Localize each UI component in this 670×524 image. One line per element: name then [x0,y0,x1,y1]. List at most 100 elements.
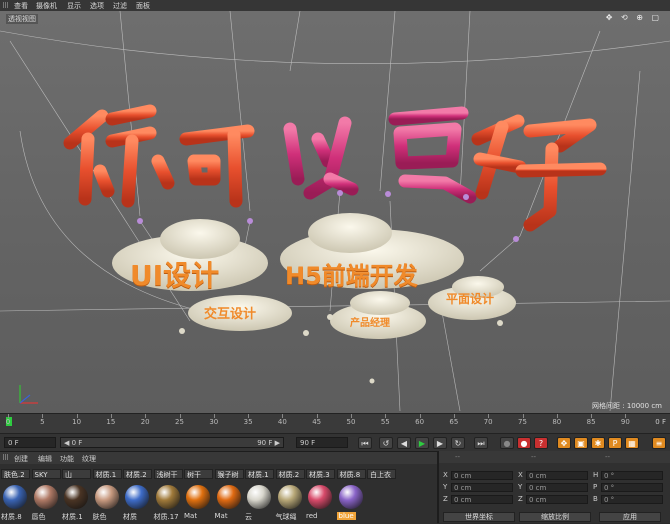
grid-spacing-readout: 网格间距 : 10000 cm [592,402,662,410]
coordinate-value-field[interactable]: 0 cm [526,471,588,480]
record-icon[interactable]: ● [517,437,531,449]
material-swatch[interactable]: Mat [215,482,245,522]
material-swatch[interactable]: 材质.8 [1,482,31,522]
material-preview-sphere [155,485,180,509]
timeline-tick-label: 5 [40,418,45,426]
end-frame-field[interactable]: 90 F [296,437,348,448]
header-dash-1: -- [455,453,461,461]
material-top-item[interactable]: 材质.2 [275,469,305,479]
cloud-label-product: 产品经理 [350,318,390,329]
material-top-item[interactable]: 材质.3 [306,469,335,479]
rotate-key-icon[interactable]: ✱ [591,437,605,449]
viewport-nav-icons[interactable]: ✥ ⟲ ⊕ ▢ [606,13,662,22]
apply-button[interactable]: 应用 [599,512,661,522]
next-key-icon[interactable]: ↻ [451,437,465,449]
coordinate-axis-label: Y [443,483,448,491]
transport-bar: 0 F ◀ 0 F 90 F ▶ 90 F ⏮ ↺ ◀ ▶ ▶ ↻ ⏭ ● ● … [0,433,670,452]
material-preview-sphere [277,485,302,509]
material-menu-bar: 创建 编辑 功能 纹理 [0,452,437,464]
range-slider[interactable]: ◀ 0 F 90 F ▶ [60,437,284,448]
menu-filter[interactable]: 过滤 [113,1,127,11]
timeline-tick-mark [488,414,490,418]
coordinate-value-field[interactable]: 0 cm [451,471,513,480]
timeline-tick-mark [419,414,421,418]
material-swatch[interactable]: blue [336,482,367,522]
material-menu-texture[interactable]: 纹理 [82,454,96,464]
coordinate-axis-label: P [593,483,598,491]
prev-frame-icon[interactable]: ◀ [397,437,411,449]
material-top-item[interactable]: 肤色.2 [1,469,30,479]
timeline-tick-mark [351,414,352,418]
timeline-tick-mark [591,414,593,418]
material-swatch[interactable]: 气球绳 [276,482,306,522]
coordinate-value-field[interactable]: 0 cm [451,495,513,504]
coordinates-header: -- -- -- [439,451,670,463]
coordinate-value-field[interactable]: 0 cm [451,483,513,492]
material-swatch[interactable]: 云 [245,482,275,522]
coordinate-value-field[interactable]: 0 ° [601,483,663,492]
record-off-icon[interactable]: ● [500,437,514,449]
perspective-viewport[interactable]: UI设计 H5前端开发 交互设计 产品经理 平面设计 透视视图 ✥ ⟲ ⊕ ▢ … [0,11,670,413]
material-top-item[interactable]: 材质.8 [336,469,366,479]
coordinate-value-field[interactable]: 0 ° [601,471,663,480]
timeline-tick-mark [556,414,558,418]
material-top-item[interactable]: 材质.1 [245,469,274,479]
material-top-item[interactable]: 白上衣 [367,469,396,479]
prev-key-icon[interactable]: ↺ [379,437,393,449]
timeline-tick-mark [385,414,387,418]
material-swatch[interactable]: Mat [184,482,214,522]
material-top-item[interactable]: 树干 [184,469,213,479]
material-menu-function[interactable]: 功能 [60,454,74,464]
menu-options[interactable]: 选项 [90,1,104,11]
material-name: Mat [214,512,228,520]
coordinate-value-field[interactable]: 0 cm [526,483,588,492]
material-top-item[interactable]: SKY [31,469,61,479]
timeline[interactable]: 0 5 10 15 20 25 30 35 40 45 50 55 60 65 70 75 80 85 90 0 F [0,413,670,434]
material-top-item[interactable]: 山 [62,469,91,479]
next-frame-icon[interactable]: ▶ [433,437,447,449]
material-top-item[interactable]: 浅树干 [153,469,183,479]
menu-key-icon[interactable]: ≡ [652,437,666,449]
panel-grip-icon[interactable] [3,2,9,8]
material-top-item[interactable]: 材质.2 [123,469,152,479]
param-key-icon[interactable]: P [608,437,622,449]
pla-key-icon[interactable]: ▦ [625,437,639,449]
move-key-icon[interactable]: ✥ [557,437,571,449]
coordinates-panel: -- -- -- X0 cm X 0 cm H 0 ° Y 0 cm Y 0 cm P 0 ° Z 0 … [437,451,670,523]
material-swatch[interactable]: 唇色 [32,482,62,522]
menu-view[interactable]: 查看 [14,1,28,11]
menu-display[interactable]: 显示 [67,1,81,11]
material-top-item[interactable]: 猴子树 [214,469,244,479]
material-swatch[interactable]: 材质 [123,482,153,522]
play-icon[interactable]: ▶ [415,437,429,449]
header-dash-3: -- [605,453,611,461]
scale-mode-select[interactable]: 缩放比例 [519,512,591,522]
material-menu-edit[interactable]: 编辑 [38,454,52,464]
start-frame-field[interactable]: 0 F [4,437,56,448]
material-swatch[interactable]: red [306,482,336,522]
range-end: 90 F ▶ [257,439,280,447]
coordinate-value-field[interactable]: 0 cm [526,495,588,504]
timeline-tick-label: 40 [277,418,287,426]
material-swatch[interactable]: 材质.1 [62,482,92,522]
timeline-tick-label: 0 [5,418,11,426]
timeline-tick-mark [213,414,215,418]
material-swatch[interactable]: 肤色 [93,482,123,522]
material-name: 材质 [123,513,137,521]
material-preview-sphere [247,485,271,509]
coordinate-value-field[interactable]: 0 ° [601,495,663,504]
timeline-tick-label: 70 [483,418,493,426]
autokey-icon[interactable]: ? [534,437,548,449]
scale-key-icon[interactable]: ▣ [574,437,588,449]
material-top-item[interactable]: 材质.1 [92,469,122,479]
go-to-start-icon[interactable]: ⏮ [358,437,372,449]
go-to-end-icon[interactable]: ⏭ [474,437,488,449]
material-swatch[interactable]: 材质.17 [154,482,184,522]
material-panel-grip-icon[interactable] [3,454,9,460]
menu-panel[interactable]: 面板 [136,1,150,11]
material-preview-sphere [64,485,88,509]
menu-camera[interactable]: 摄像机 [36,1,57,11]
material-menu-create[interactable]: 创建 [14,454,28,464]
coordinate-system-select[interactable]: 世界坐标 [443,512,515,522]
viewport-label[interactable]: 透视视图 [6,14,38,24]
